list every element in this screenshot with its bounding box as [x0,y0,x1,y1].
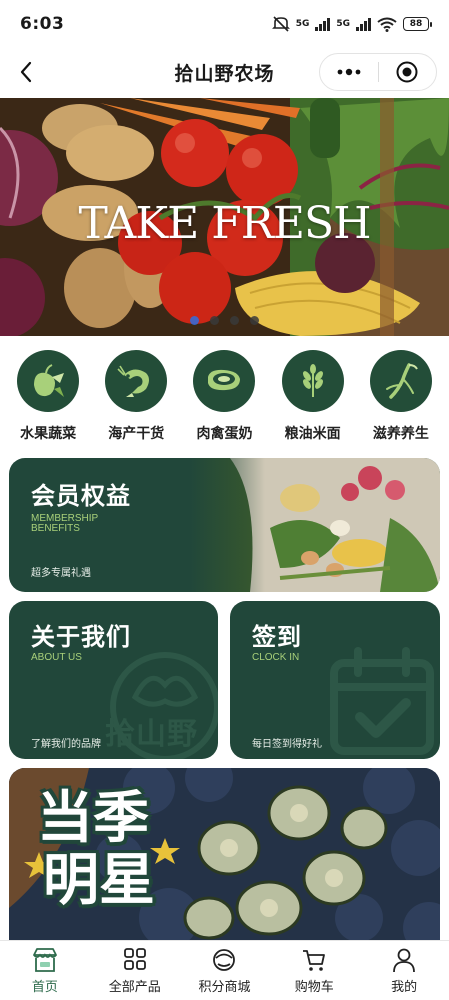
tab-cart[interactable]: 购物车 [269,941,359,1000]
network-label-2: 5G [336,19,350,29]
home-shop-icon [32,948,57,972]
tab-home[interactable]: 首页 [0,941,90,1000]
membership-desc: 超多专属礼遇 [31,568,91,579]
signal-icon [315,17,331,31]
calendar-check-icon [330,647,434,755]
carousel-dot-1[interactable] [190,316,199,325]
carousel-dot-2[interactable] [210,316,219,325]
check-in-desc: 每日签到得好礼 [252,739,322,750]
category-meat-egg-dairy[interactable]: 肉禽蛋奶 [181,350,267,446]
wheat-icon [302,364,323,397]
shrimp-icon [117,365,150,397]
category-label: 海产干货 [108,426,165,442]
category-label: 水果蔬菜 [20,426,77,442]
category-icon-circle [281,350,344,412]
category-fruit-vegetable[interactable]: 水果蔬菜 [5,350,91,446]
vegetable-basket-photo [190,458,440,592]
user-icon [393,948,415,973]
tab-profile[interactable]: 我的 [359,941,449,1000]
network-label-1: 5G [295,19,310,29]
category-icon-circle [193,350,256,412]
season-title-line2: 明星 [43,848,155,913]
battery-level: 88 [409,19,423,29]
category-icon-circle [105,350,168,412]
category-icon-circle [369,350,432,412]
tab-all-products[interactable]: 全部产品 [90,941,180,1000]
about-us-card[interactable]: 拾山野 关于我们 ABOUT US 了解我们的品牌 [9,601,218,759]
points-mall-icon [213,949,236,971]
tab-label: 全部产品 [108,980,161,995]
check-in-card[interactable]: 签到 CLOCK IN 每日签到得好礼 [230,601,440,759]
carousel-indicators [0,316,449,325]
carousel-dot-4[interactable] [250,316,259,325]
carousel-dot-3[interactable] [230,316,239,325]
season-title-line1: 当季 [37,786,149,851]
category-row: 水果蔬菜 海产干货 肉禽蛋奶 粮油米面 滋养养生 [0,350,449,446]
check-in-title: 签到 [252,623,302,651]
category-label: 滋养养生 [372,426,429,442]
status-time: 6:03 [20,14,65,34]
page-title: 拾山野农场 [174,62,275,85]
bottom-tab-bar: 首页 全部产品 积分商城 购物车 我的 [0,940,449,1000]
wifi-icon [377,17,397,32]
category-label: 肉禽蛋奶 [196,426,253,442]
seasonal-star-banner[interactable]: 当季 明星 [9,768,440,943]
about-desc: 了解我们的品牌 [31,739,101,750]
category-label: 粮油米面 [284,426,341,442]
membership-benefits-card[interactable]: 会员权益 MEMBERSHIP BENEFITS 超多专属礼遇 [9,458,440,592]
tab-points-mall[interactable]: 积分商城 [180,941,270,1000]
mini-program-capsule [319,53,437,91]
more-button[interactable] [320,54,378,90]
category-grain-oil[interactable]: 粮油米面 [270,350,356,446]
season-title: 当季 明星 [37,788,155,912]
signal-icon-2 [356,17,371,31]
status-bar: 6:03 5G 5G 88 [0,0,449,48]
more-dots-icon [337,68,361,76]
category-icon-circle [17,350,80,412]
battery-icon: 88 [403,17,432,31]
check-in-subtitle: CLOCK IN [252,652,300,663]
category-health[interactable]: 滋养养生 [358,350,444,446]
membership-title: 会员权益 [31,482,131,510]
fruit-vegetable-icon [34,364,65,397]
chevron-left-icon[interactable] [14,58,42,86]
about-subtitle: ABOUT US [31,652,82,663]
about-title: 关于我们 [31,623,131,651]
brand-watermark-text: 拾山野 [105,717,198,752]
close-target-icon [396,61,418,83]
tab-label: 首页 [31,980,58,995]
close-button[interactable] [379,54,437,90]
nav-bar: 拾山野农场 [0,48,449,96]
grid-icon [123,948,146,970]
meat-icon [208,369,241,391]
status-indicators: 5G 5G 88 [271,16,432,32]
tab-label: 积分商城 [198,980,251,995]
tab-label: 我的 [391,980,418,995]
ginseng-icon [385,363,418,399]
membership-subtitle-line2: BENEFITS [31,523,80,534]
cart-icon [303,950,326,971]
mute-icon [271,16,290,32]
banner-headline: TAKE FRESH [78,198,372,249]
tab-label: 购物车 [294,980,334,995]
category-seafood[interactable]: 海产干货 [93,350,179,446]
